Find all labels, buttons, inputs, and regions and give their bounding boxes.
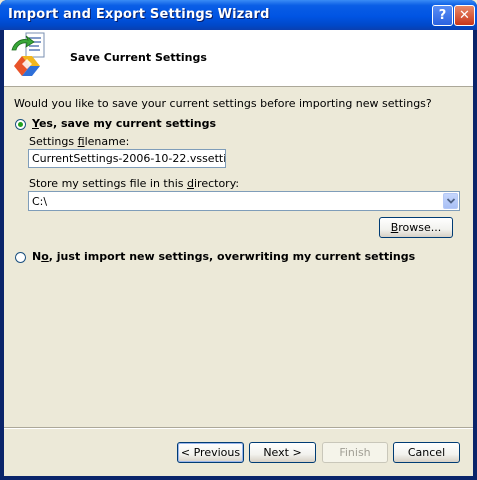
cancel-button[interactable]: Cancel bbox=[393, 442, 460, 463]
dialog-body: Save Current Settings Would you like to … bbox=[4, 30, 473, 476]
directory-combobox[interactable]: C:\ bbox=[28, 191, 460, 211]
help-icon: ? bbox=[438, 8, 447, 23]
mnemonic-f: f bbox=[77, 135, 85, 148]
mnemonic-o: o bbox=[41, 250, 49, 263]
help-button[interactable]: ? bbox=[432, 5, 453, 26]
radio-import-only-prefix: N bbox=[32, 250, 42, 263]
radio-import-only-label[interactable]: No, just import new settings, overwritin… bbox=[32, 250, 415, 263]
wizard-window: Import and Export Settings Wizard ? ✕ Sa… bbox=[0, 0, 477, 480]
directory-value: C:\ bbox=[32, 195, 48, 208]
directory-label: Store my settings file in this directory… bbox=[29, 177, 239, 190]
radio-save-settings[interactable] bbox=[15, 119, 26, 130]
mnemonic-y: Y bbox=[32, 117, 39, 130]
directory-label-suffix: irectory: bbox=[193, 177, 240, 190]
filename-label-prefix: Settings bbox=[29, 135, 78, 148]
footer-separator bbox=[4, 427, 473, 429]
import-export-settings-icon bbox=[11, 32, 45, 76]
wizard-header: Save Current Settings bbox=[4, 30, 473, 87]
title-bar[interactable]: Import and Export Settings Wizard ? ✕ bbox=[0, 0, 477, 30]
page-title: Save Current Settings bbox=[70, 51, 207, 64]
radio-save-settings-label[interactable]: Yes, save my current settings bbox=[32, 117, 216, 130]
radio-import-only[interactable] bbox=[15, 252, 26, 263]
directory-dropdown-button[interactable] bbox=[443, 193, 458, 209]
question-text: Would you like to save your current sett… bbox=[14, 97, 432, 110]
radio-import-only-text: , just import new settings, overwriting … bbox=[48, 250, 416, 263]
directory-label-prefix: Store my settings file in this bbox=[29, 177, 187, 190]
window-title: Import and Export Settings Wizard bbox=[8, 7, 270, 22]
finish-button[interactable]: Finish bbox=[322, 442, 388, 463]
browse-button-text: rowse... bbox=[398, 221, 442, 234]
next-button[interactable]: Next > bbox=[249, 442, 316, 463]
previous-button[interactable]: < Previous bbox=[177, 442, 244, 463]
browse-button[interactable]: Browse... bbox=[379, 217, 453, 238]
settings-filename-label: Settings filename: bbox=[29, 135, 129, 148]
mnemonic-d: d bbox=[187, 177, 194, 190]
chevron-down-icon bbox=[447, 198, 455, 204]
settings-filename-input[interactable]: CurrentSettings-2006-10-22.vssettings bbox=[28, 149, 226, 168]
close-button[interactable]: ✕ bbox=[454, 5, 475, 26]
radio-save-settings-text: es, save my current settings bbox=[38, 117, 217, 130]
radio-selected-dot bbox=[18, 122, 23, 127]
close-icon: ✕ bbox=[459, 8, 470, 23]
filename-label-suffix: ilename: bbox=[84, 135, 130, 148]
